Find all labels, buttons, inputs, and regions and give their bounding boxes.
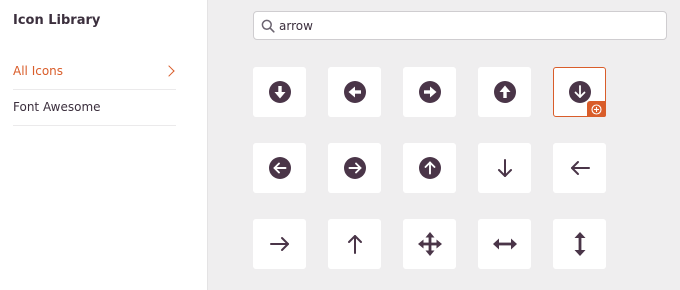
arrows-alt-icon (417, 232, 442, 256)
sidebar-item-label: Font Awesome (13, 100, 101, 114)
arrow-right-icon (269, 237, 289, 251)
chevron-right-icon (163, 65, 175, 77)
sidebar-title: Icon Library (13, 13, 101, 28)
icon-tile-arrows-alt-h[interactable] (478, 219, 531, 269)
icon-tile-arrow-down[interactable] (478, 143, 531, 193)
icon-tile-arrow-alt-circle-right[interactable] (328, 143, 381, 193)
arrow-down-icon (497, 159, 512, 177)
arrow-circle-down-icon (268, 81, 291, 103)
icon-library-sidebar: Icon Library All Icons Font Awesome (0, 0, 208, 290)
icon-tile-arrow-alt-circle-up[interactable] (403, 143, 456, 193)
icon-tile-arrow-circle-down-selected[interactable] (553, 67, 606, 117)
icon-tile-arrow-up[interactable] (328, 219, 381, 269)
sidebar-item-font-awesome[interactable]: Font Awesome (13, 89, 176, 126)
arrow-circle-up-icon (493, 81, 516, 103)
arrow-circle-right-icon (418, 81, 441, 103)
sidebar-item-all-icons[interactable]: All Icons (13, 53, 176, 90)
icon-tile-arrow-circle-down[interactable] (253, 67, 306, 117)
arrow-alt-circle-right-icon (343, 157, 366, 179)
icon-tile-arrow-alt-circle-left[interactable] (253, 143, 306, 193)
icon-tile-arrow-circle-up[interactable] (478, 67, 531, 117)
add-icon-badge[interactable] (587, 101, 606, 117)
arrow-up-icon (347, 235, 362, 254)
icon-tile-arrows-alt-v[interactable] (553, 219, 606, 269)
sidebar-item-label: All Icons (13, 64, 64, 78)
icon-tile-arrow-right[interactable] (253, 219, 306, 269)
icon-tile-arrow-left[interactable] (553, 143, 606, 193)
search-input[interactable] (279, 18, 659, 33)
arrow-circle-left-icon (343, 81, 366, 103)
arrow-left-icon (570, 161, 590, 175)
arrows-alt-v-icon (574, 232, 585, 256)
icon-tile-arrow-circle-left[interactable] (328, 67, 381, 117)
icon-tile-arrow-circle-right[interactable] (403, 67, 456, 117)
search-box[interactable] (253, 11, 667, 40)
arrows-alt-h-icon (492, 238, 517, 250)
icon-tile-arrows-alt[interactable] (403, 219, 456, 269)
search-icon (261, 19, 275, 33)
arrow-alt-circle-up-icon (418, 157, 441, 179)
plus-circle-icon (591, 103, 602, 115)
arrow-alt-circle-left-icon (268, 157, 291, 179)
